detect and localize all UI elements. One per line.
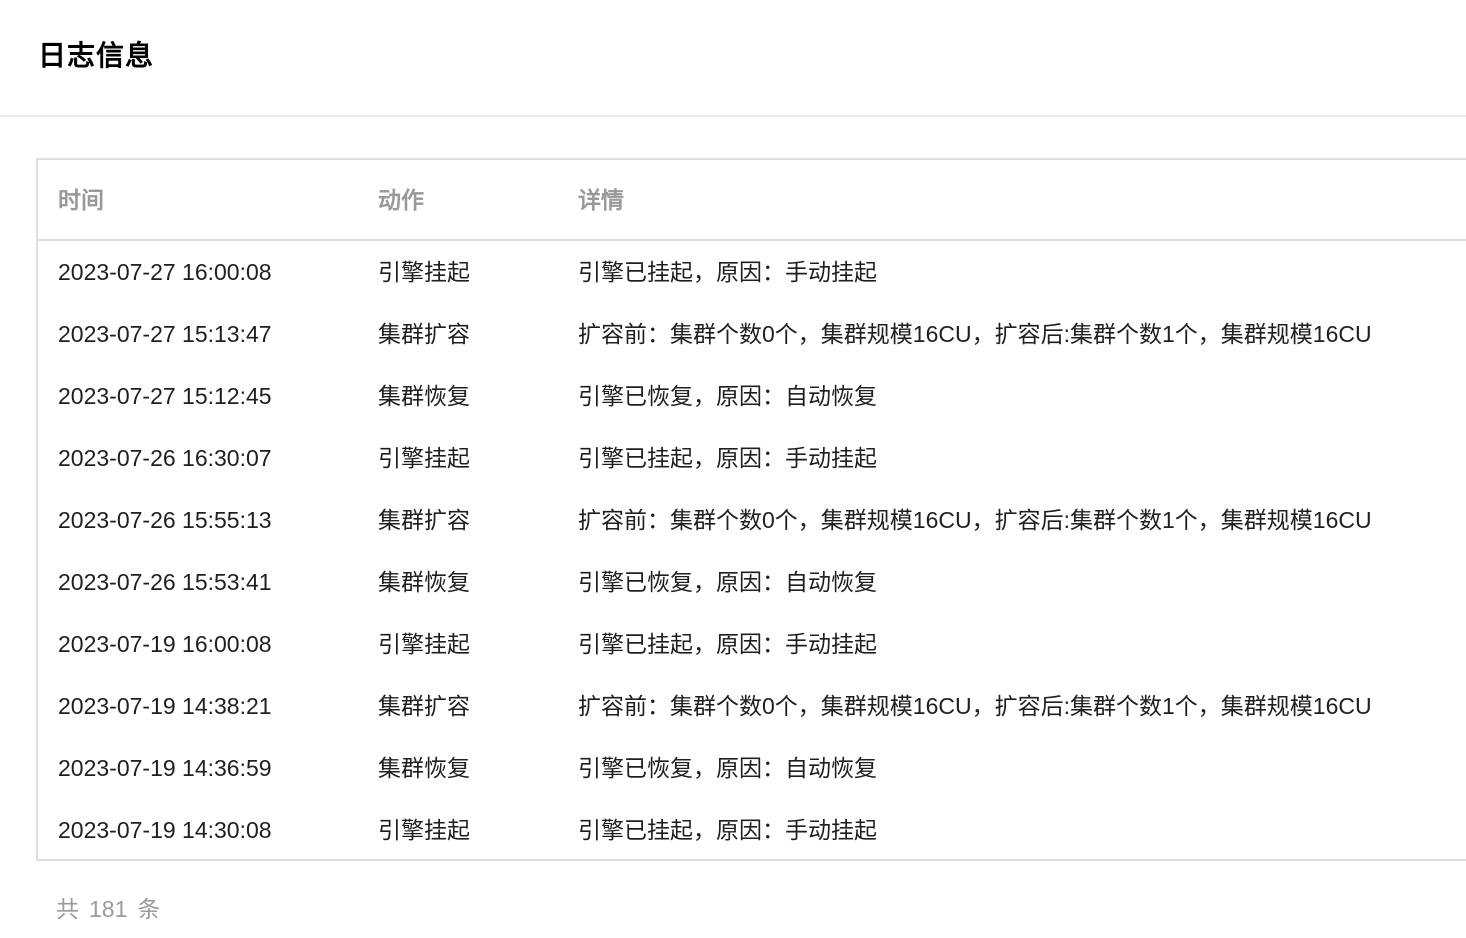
table-row: 2023-07-27 15:12:45 集群恢复 引擎已恢复，原因：自动恢复 bbox=[38, 365, 1466, 427]
cell-detail: 引擎已恢复，原因：自动恢复 bbox=[578, 755, 877, 781]
cell-action: 引擎挂起 bbox=[378, 445, 470, 471]
cell-detail: 引擎已挂起，原因：手动挂起 bbox=[578, 259, 877, 285]
cell-action: 集群恢复 bbox=[378, 569, 470, 595]
cell-action: 引擎挂起 bbox=[378, 259, 470, 285]
column-header-action: 动作 bbox=[378, 187, 424, 213]
page-title: 日志信息 bbox=[38, 40, 155, 71]
table-row: 2023-07-27 16:00:08 引擎挂起 引擎已挂起，原因：手动挂起 bbox=[38, 241, 1466, 303]
cell-detail: 引擎已恢复，原因：自动恢复 bbox=[578, 383, 877, 409]
cell-time: 2023-07-26 15:53:41 bbox=[58, 569, 272, 595]
cell-action: 集群扩容 bbox=[378, 507, 470, 533]
table-row: 2023-07-19 16:00:08 引擎挂起 引擎已挂起，原因：手动挂起 bbox=[38, 613, 1466, 675]
table-row: 2023-07-26 16:30:07 引擎挂起 引擎已挂起，原因：手动挂起 bbox=[38, 427, 1466, 489]
cell-detail: 引擎已恢复，原因：自动恢复 bbox=[578, 569, 877, 595]
cell-action: 集群恢复 bbox=[378, 383, 470, 409]
cell-detail: 引擎已挂起，原因：手动挂起 bbox=[578, 817, 877, 843]
table-row: 2023-07-27 15:13:47 集群扩容 扩容前：集群个数0个，集群规模… bbox=[38, 303, 1466, 365]
cell-detail: 扩容前：集群个数0个，集群规模16CU，扩容后:集群个数1个，集群规模16CU bbox=[578, 321, 1372, 347]
table-row: 2023-07-19 14:36:59 集群恢复 引擎已恢复，原因：自动恢复 bbox=[38, 737, 1466, 799]
column-header-detail: 详情 bbox=[578, 187, 624, 213]
cell-action: 引擎挂起 bbox=[378, 631, 470, 657]
cell-detail: 引擎已挂起，原因：手动挂起 bbox=[578, 631, 877, 657]
cell-time: 2023-07-26 16:30:07 bbox=[58, 445, 272, 471]
column-header-time: 时间 bbox=[58, 187, 104, 213]
panel-header: 日志信息 bbox=[0, 0, 1466, 117]
total-count: 共 181 条 bbox=[56, 894, 170, 924]
cell-time: 2023-07-27 15:12:45 bbox=[58, 383, 272, 409]
cell-action: 集群扩容 bbox=[378, 693, 470, 719]
cell-detail: 引擎已挂起，原因：手动挂起 bbox=[578, 445, 877, 471]
cell-detail: 扩容前：集群个数0个，集群规模16CU，扩容后:集群个数1个，集群规模16CU bbox=[578, 693, 1372, 719]
cell-time: 2023-07-19 14:38:21 bbox=[58, 693, 272, 719]
table-row: 2023-07-19 14:38:21 集群扩容 扩容前：集群个数0个，集群规模… bbox=[38, 675, 1466, 737]
cell-time: 2023-07-19 14:36:59 bbox=[58, 755, 272, 781]
cell-action: 引擎挂起 bbox=[378, 817, 470, 843]
cell-time: 2023-07-19 16:00:08 bbox=[58, 631, 272, 657]
total-suffix: 条 bbox=[137, 896, 161, 922]
table-row: 2023-07-19 14:30:08 引擎挂起 引擎已挂起，原因：手动挂起 bbox=[38, 799, 1466, 861]
cell-action: 集群扩容 bbox=[378, 321, 470, 347]
table-header: 时间 动作 详情 bbox=[38, 160, 1466, 241]
total-number: 181 bbox=[89, 896, 128, 922]
table-row: 2023-07-26 15:53:41 集群恢复 引擎已恢复，原因：自动恢复 bbox=[38, 551, 1466, 613]
log-table: 时间 动作 详情 2023-07-27 16:00:08 引擎挂起 引擎已挂起，… bbox=[36, 158, 1466, 861]
table-body: 2023-07-27 16:00:08 引擎挂起 引擎已挂起，原因：手动挂起 2… bbox=[38, 241, 1466, 861]
table-row: 2023-07-26 15:55:13 集群扩容 扩容前：集群个数0个，集群规模… bbox=[38, 489, 1466, 551]
cell-detail: 扩容前：集群个数0个，集群规模16CU，扩容后:集群个数1个，集群规模16CU bbox=[578, 507, 1372, 533]
cell-time: 2023-07-19 14:30:08 bbox=[58, 817, 272, 843]
cell-time: 2023-07-26 15:55:13 bbox=[58, 507, 272, 533]
total-prefix: 共 bbox=[56, 896, 79, 922]
cell-time: 2023-07-27 16:00:08 bbox=[58, 259, 272, 285]
cell-action: 集群恢复 bbox=[378, 755, 470, 781]
cell-time: 2023-07-27 15:13:47 bbox=[58, 321, 272, 347]
